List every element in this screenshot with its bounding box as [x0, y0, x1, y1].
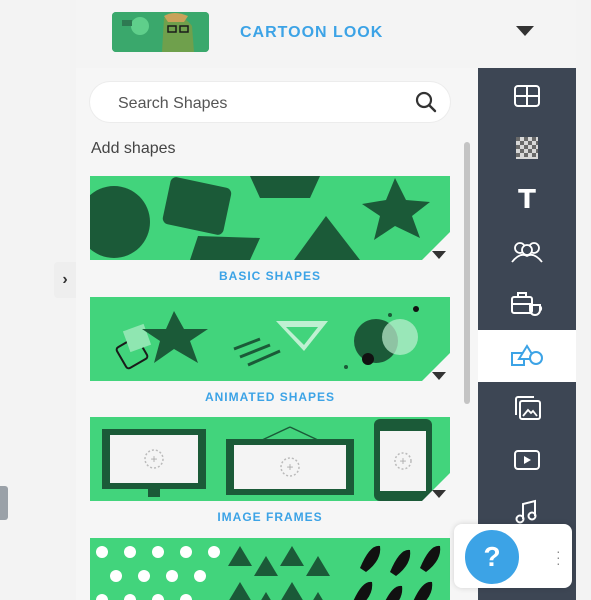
sidebar-item-layout[interactable] — [478, 70, 576, 122]
text-icon: T — [518, 185, 536, 215]
background-icon — [516, 137, 538, 159]
svg-text:+: + — [399, 454, 406, 468]
left-edge-handle — [0, 486, 8, 520]
search-icon[interactable] — [414, 90, 438, 114]
panel-toggle-button[interactable]: › — [54, 262, 76, 298]
search-input[interactable] — [116, 92, 400, 116]
category-thumbnail — [112, 12, 209, 52]
svg-text:+: + — [286, 460, 293, 474]
basic-shapes-card[interactable] — [90, 176, 450, 260]
patterns-card[interactable] — [90, 538, 450, 600]
image-frames-card[interactable]: + + + — [90, 417, 450, 501]
animated-shapes-card[interactable] — [90, 297, 450, 381]
sidebar-item-background[interactable] — [478, 122, 576, 174]
chevron-right-icon: › — [62, 271, 68, 288]
left-workspace-strip — [0, 0, 76, 600]
card-caret-icon[interactable] — [432, 490, 446, 498]
dropdown-caret-icon[interactable] — [516, 26, 534, 36]
props-icon — [511, 292, 543, 316]
svg-text:+: + — [150, 452, 157, 466]
sidebar-item-props[interactable] — [478, 278, 576, 330]
help-button[interactable]: ? — [462, 527, 522, 587]
section-label: Add shapes — [91, 140, 176, 157]
more-options-icon[interactable]: · · · — [556, 544, 561, 570]
sidebar-item-text[interactable]: T — [478, 174, 576, 226]
panel-scrollbar[interactable] — [464, 142, 470, 404]
characters-icon — [511, 242, 543, 263]
video-icon — [514, 450, 540, 470]
card-caret-icon[interactable] — [432, 372, 446, 380]
category-title: CARTOON LOOK — [240, 24, 384, 41]
card-label-image-frames: IMAGE FRAMES — [217, 510, 323, 524]
sidebar-item-shapes[interactable] — [478, 330, 576, 382]
window-right-edge — [576, 0, 591, 600]
layout-icon — [514, 85, 540, 107]
search-box — [90, 82, 450, 122]
card-label-basic-shapes: BASIC SHAPES — [218, 269, 322, 283]
shapes-panel: Add shapes BASIC SHAPES — [76, 68, 478, 600]
shapes-icon — [511, 344, 543, 366]
card-label-animated-shapes: ANIMATED SHAPES — [204, 390, 336, 404]
card-caret-icon[interactable] — [432, 251, 446, 259]
sidebar-item-images[interactable] — [478, 382, 576, 434]
tool-sidebar: T — [478, 68, 576, 600]
sidebar-item-video[interactable] — [478, 434, 576, 486]
sidebar-item-characters[interactable] — [478, 226, 576, 278]
images-icon — [515, 396, 541, 420]
category-header[interactable]: CARTOON LOOK — [76, 0, 576, 69]
music-icon — [515, 499, 537, 524]
